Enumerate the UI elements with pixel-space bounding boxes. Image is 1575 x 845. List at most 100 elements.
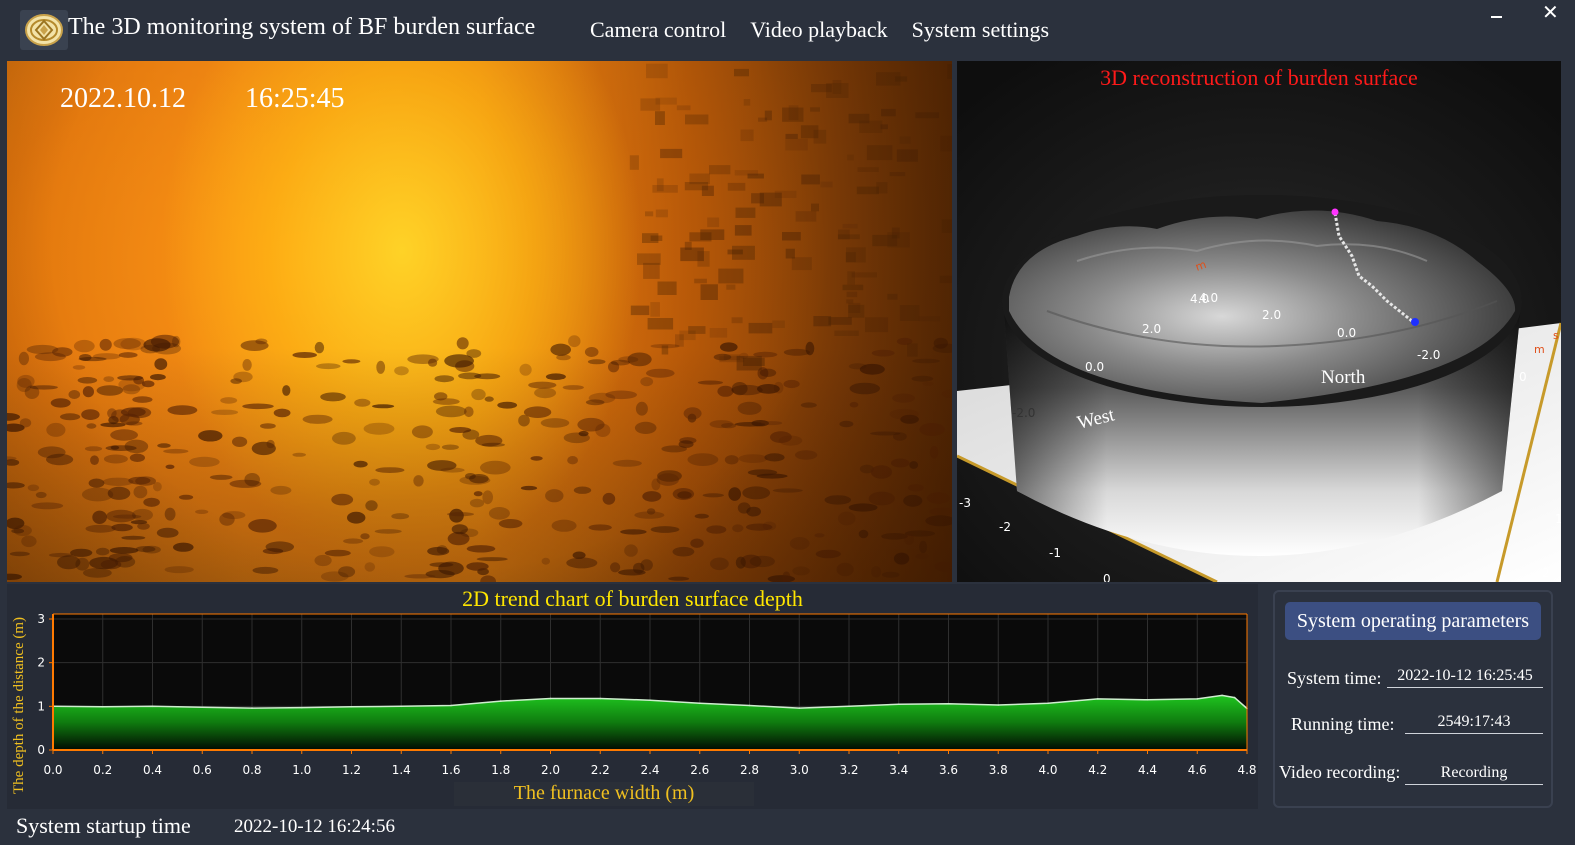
x-tick-label: 4.2 bbox=[1088, 763, 1107, 777]
depth-data-point bbox=[997, 704, 1000, 706]
base-axis-label: 0 bbox=[1519, 370, 1527, 384]
surface-label: 2.0 bbox=[1142, 322, 1161, 336]
x-tick-label: 0.8 bbox=[242, 763, 261, 777]
x-tick-label: 4.8 bbox=[1237, 763, 1256, 777]
x-tick-label: 0.0 bbox=[43, 763, 62, 777]
depth-data-point bbox=[1196, 698, 1199, 700]
menu-system-settings[interactable]: System settings bbox=[912, 17, 1050, 43]
camera-time-overlay: 16:25:45 bbox=[245, 83, 345, 114]
video-recording-value: Recording bbox=[1405, 764, 1543, 785]
x-tick-label: 3.8 bbox=[989, 763, 1008, 777]
depth-data-point bbox=[1097, 698, 1099, 700]
x-tick-label: 4.0 bbox=[1038, 763, 1057, 777]
base-axis-label: 2 bbox=[1542, 566, 1550, 580]
3d-burden-surface-render: 4.0 4.0 2.0 2.0 0.0 -2.0 0.0 -2.0 West N… bbox=[957, 195, 1561, 582]
y-tick-label: 2 bbox=[37, 656, 45, 670]
video-recording-label: Video recording: bbox=[1279, 762, 1401, 782]
direction-label-north: North bbox=[1321, 367, 1366, 388]
x-tick-label: 0.2 bbox=[93, 763, 112, 777]
depth-data-point bbox=[500, 700, 502, 702]
x-tick-label: 2.6 bbox=[690, 763, 709, 777]
trend-chart-xlabel: The furnace width (m) bbox=[454, 782, 754, 806]
unit-mark: s bbox=[1553, 329, 1559, 342]
base-axis-label: -3 bbox=[959, 496, 971, 510]
camera-video-view[interactable]: 2022.10.12 16:25:45 bbox=[7, 61, 952, 582]
close-icon[interactable]: ✕ bbox=[1542, 2, 1559, 22]
minimize-icon[interactable] bbox=[1490, 6, 1504, 20]
trend-chart-title: 2D trend chart of burden surface depth bbox=[462, 586, 803, 611]
system-time-value: 2022-10-12 16:25:45 bbox=[1387, 667, 1543, 688]
depth-data-point bbox=[748, 704, 751, 707]
trend-chart-panel: 0.0 0.2 0.4 0.6 0.8 1.0 1.2 1.4 1.6 1.8 2.0 2.2 2.4 2… bbox=[7, 584, 1258, 809]
parameters-header: System operating parameters bbox=[1285, 602, 1541, 640]
x-tick-label: 2.8 bbox=[740, 763, 759, 777]
x-tick-label: 4.4 bbox=[1138, 763, 1157, 777]
bf-logo-icon bbox=[20, 10, 68, 50]
main-menu: Camera control Video playback System set… bbox=[590, 17, 1049, 43]
x-tick-label: 2.4 bbox=[640, 763, 659, 777]
startup-time-value: 2022-10-12 16:24:56 bbox=[234, 816, 395, 837]
depth-data-point bbox=[1233, 696, 1236, 699]
running-time-value: 2549:17:43 bbox=[1405, 713, 1543, 734]
x-tick-label: 3.4 bbox=[889, 763, 908, 777]
depth-data-point bbox=[102, 706, 104, 708]
depth-data-point bbox=[649, 699, 651, 701]
x-tick-label: 4.6 bbox=[1188, 763, 1207, 777]
surface-label: 4.0 bbox=[1199, 291, 1218, 305]
base-axis-label: 0 bbox=[1103, 572, 1111, 582]
menu-video-playback[interactable]: Video playback bbox=[750, 17, 887, 43]
depth-data-point bbox=[1146, 699, 1149, 701]
menu-camera-control[interactable]: Camera control bbox=[590, 17, 726, 43]
depth-data-point bbox=[1221, 694, 1223, 697]
depth-data-point bbox=[599, 697, 602, 700]
depth-data-point bbox=[400, 705, 403, 708]
running-time-label: Running time: bbox=[1291, 714, 1395, 734]
depth-data-point bbox=[699, 702, 701, 705]
depth-data-point bbox=[798, 707, 801, 709]
depth-data-point bbox=[151, 705, 154, 708]
surface-label: 2.0 bbox=[1262, 308, 1281, 322]
depth-data-point bbox=[450, 704, 452, 707]
x-tick-label: 1.6 bbox=[441, 763, 460, 777]
x-tick-label: 3.2 bbox=[839, 763, 858, 777]
x-tick-label: 1.2 bbox=[342, 763, 361, 777]
trend-chart-ylabel: The depth of the distance (m) bbox=[11, 616, 27, 794]
base-axis-label: -2 bbox=[999, 520, 1011, 534]
trend-chart[interactable]: 0.0 0.2 0.4 0.6 0.8 1.0 1.2 1.4 1.6 1.8 2.0 2.2 2.4 2… bbox=[7, 584, 1258, 809]
x-tick-label: 2.0 bbox=[541, 763, 560, 777]
x-tick-label: 1.0 bbox=[292, 763, 311, 777]
depth-data-point bbox=[947, 702, 950, 705]
3d-reconstruction-view[interactable]: 4.0 4.0 2.0 2.0 0.0 -2.0 0.0 -2.0 West N… bbox=[957, 61, 1561, 582]
startup-time-label: System startup time bbox=[16, 813, 191, 838]
base-axis-label: -1 bbox=[1049, 546, 1061, 560]
surface-label: -2.0 bbox=[1012, 406, 1035, 420]
base-axis-label: 1 bbox=[1555, 512, 1561, 526]
x-tick-label: 2.2 bbox=[591, 763, 610, 777]
reconstruction-title: 3D reconstruction of burden surface bbox=[1100, 65, 1418, 90]
y-tick-label: 1 bbox=[37, 699, 45, 713]
depth-data-point bbox=[251, 707, 253, 709]
y-tick-label: 3 bbox=[37, 612, 45, 626]
camera-vignette bbox=[7, 61, 952, 582]
surface-label: 0.0 bbox=[1085, 360, 1104, 374]
x-tick-label: 1.8 bbox=[491, 763, 510, 777]
depth-data-point bbox=[848, 705, 850, 708]
title-bar: The 3D monitoring system of BF burden su… bbox=[0, 0, 1575, 60]
system-time-label: System time: bbox=[1287, 668, 1382, 688]
camera-date-overlay: 2022.10.12 bbox=[60, 83, 186, 114]
x-tick-label: 0.6 bbox=[193, 763, 212, 777]
depth-data-point bbox=[201, 706, 204, 708]
x-tick-label: 3.0 bbox=[790, 763, 809, 777]
depth-data-point bbox=[549, 697, 552, 700]
system-parameters-panel: System operating parameters System time:… bbox=[1273, 590, 1553, 808]
depth-data-point bbox=[898, 703, 900, 705]
depth-data-point bbox=[301, 706, 303, 709]
depth-data-point bbox=[1047, 702, 1049, 705]
unit-mark: m bbox=[1534, 343, 1545, 356]
y-tick-label: 0 bbox=[37, 743, 45, 757]
x-tick-label: 1.4 bbox=[392, 763, 411, 777]
app-title: The 3D monitoring system of BF burden su… bbox=[68, 14, 536, 40]
surface-label: 0.0 bbox=[1337, 326, 1356, 340]
x-tick-label: 3.6 bbox=[939, 763, 958, 777]
depth-data-point bbox=[350, 706, 353, 708]
